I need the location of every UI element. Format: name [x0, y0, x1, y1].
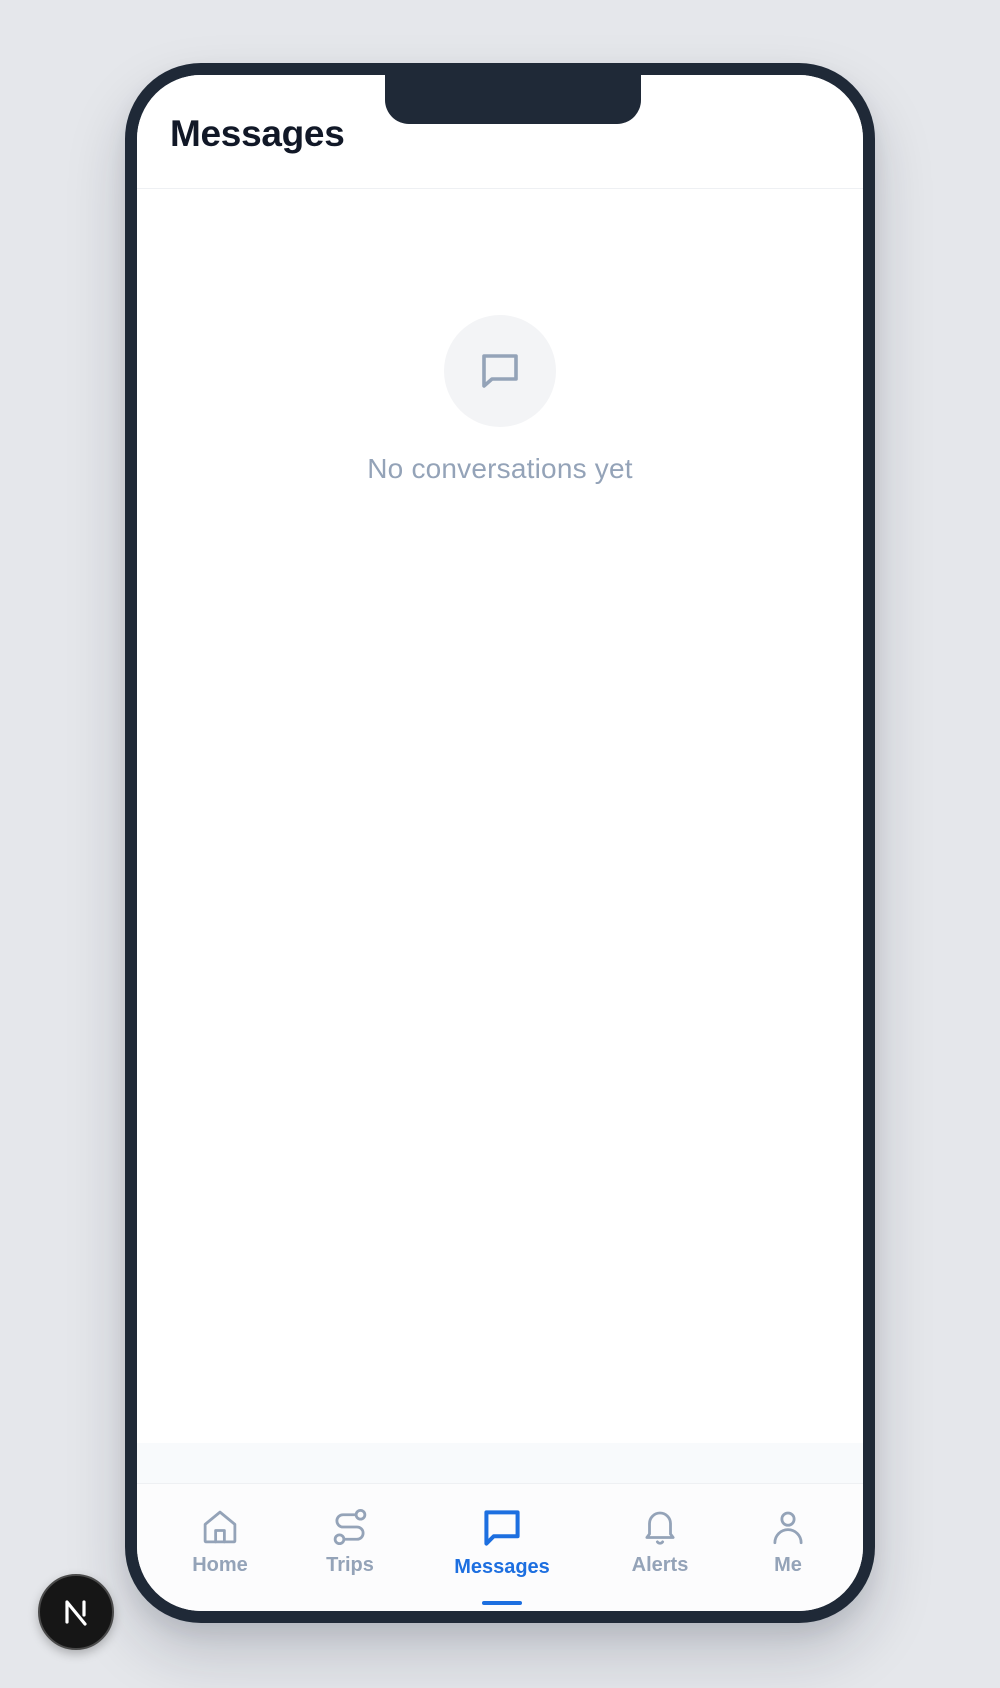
nav-item-home[interactable]: Home [160, 1506, 280, 1577]
page-title: Messages [170, 113, 345, 154]
phone-screen: Messages No conversations yet Home Trips… [137, 75, 863, 1611]
nav-label-me: Me [774, 1554, 802, 1576]
message-square-icon [482, 354, 518, 388]
next-logo-icon [65, 1600, 87, 1626]
bottom-navigation: Home Trips Messages Alerts Me [137, 1483, 863, 1611]
phone-notch [385, 75, 641, 124]
dev-tools-badge[interactable] [38, 1574, 114, 1650]
empty-state: No conversations yet [137, 315, 863, 485]
bell-icon [645, 1511, 675, 1545]
route-icon [333, 1508, 367, 1546]
content-footer-strip [137, 1443, 863, 1483]
message-square-icon [484, 1510, 520, 1546]
nav-item-me[interactable]: Me [728, 1506, 848, 1577]
empty-state-text: No conversations yet [367, 453, 633, 484]
nav-label-trips: Trips [326, 1554, 374, 1576]
nav-label-alerts: Alerts [631, 1554, 689, 1576]
active-tab-indicator [482, 1601, 522, 1605]
nav-label-messages: Messages [454, 1556, 550, 1578]
nav-item-alerts[interactable]: Alerts [600, 1506, 720, 1577]
nav-item-trips[interactable]: Trips [290, 1506, 410, 1577]
user-icon [773, 1511, 803, 1545]
nav-label-home: Home [192, 1554, 248, 1576]
home-icon [203, 1510, 237, 1544]
nav-item-messages[interactable]: Messages [442, 1506, 562, 1579]
empty-state-icon-circle [444, 315, 556, 427]
phone-frame: Messages No conversations yet Home Trips… [125, 63, 875, 1623]
